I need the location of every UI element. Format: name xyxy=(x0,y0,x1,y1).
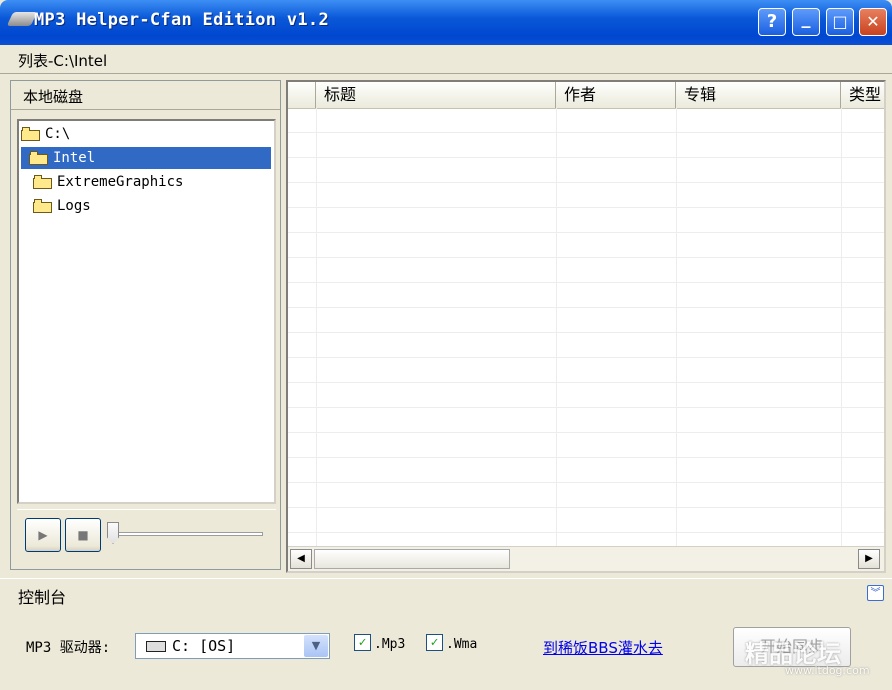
grid-column-divider xyxy=(841,108,842,548)
column-header-title[interactable]: 标题 xyxy=(316,82,556,108)
play-button[interactable]: ▶ xyxy=(25,518,61,552)
player-controls: ▶ ■ xyxy=(17,509,276,564)
drive-label: MP3 驱动器: xyxy=(26,640,111,656)
tree-node-intel[interactable]: Intel xyxy=(21,147,271,169)
volume-slider-track[interactable] xyxy=(113,532,263,536)
grid-column-divider xyxy=(676,108,677,548)
local-disk-title: 本地磁盘 xyxy=(23,88,84,106)
drive-icon xyxy=(146,641,166,652)
grid-rows xyxy=(288,108,884,548)
arrow-left-icon: ◀ xyxy=(297,553,305,564)
column-header-album[interactable]: 专辑 xyxy=(676,82,841,108)
scroll-thumb[interactable] xyxy=(314,549,510,569)
folder-icon xyxy=(33,175,53,189)
collapse-button[interactable]: ︾ xyxy=(867,585,884,601)
horizontal-scrollbar[interactable]: ◀ ▶ xyxy=(288,546,884,571)
song-list-grid[interactable]: 标题 作者 专辑 类型 ◀ ▶ xyxy=(286,80,886,573)
checkbox-wma-box[interactable]: ✓ xyxy=(426,634,443,651)
local-disk-panel: 本地磁盘 C:\ Intel ExtremeGraphics Logs ▶ ■ xyxy=(10,80,281,570)
tree-node-extremegraphics[interactable]: ExtremeGraphics xyxy=(33,171,253,193)
maximize-button[interactable]: □ xyxy=(826,8,854,36)
watermark-url: www.itdog.com xyxy=(785,664,870,677)
open-folder-icon xyxy=(29,151,49,165)
double-chevron-down-icon: ︾ xyxy=(870,588,881,599)
scroll-right-button[interactable]: ▶ xyxy=(858,549,880,569)
local-disk-header: 本地磁盘 xyxy=(11,81,280,110)
drive-select[interactable]: C: [OS] ▼ xyxy=(135,633,330,659)
console-label: 控制台 xyxy=(18,588,67,607)
mp3-checkbox[interactable]: ✓ .Mp3 xyxy=(354,634,406,655)
column-header-type[interactable]: 类型 xyxy=(841,82,884,108)
wma-checkbox[interactable]: ✓ .Wma xyxy=(426,634,478,655)
stop-button[interactable]: ■ xyxy=(65,518,101,552)
console-bar: 控制台 ︾ xyxy=(0,578,892,610)
watermark: 精品论坛 www.itdog.com xyxy=(745,634,870,677)
drive-select-value: C: [OS] xyxy=(172,637,236,655)
grid-header: 标题 作者 专辑 类型 xyxy=(288,82,884,109)
tree-node-c-drive[interactable]: C:\ xyxy=(21,123,141,145)
app-icon xyxy=(6,12,38,26)
arrow-right-icon: ▶ xyxy=(865,553,873,564)
title-bar[interactable]: MP3 Helper-Cfan Edition v1.2 ? _ □ ✕ xyxy=(0,0,892,45)
checkbox-wma-label: .Wma xyxy=(446,637,478,652)
volume-slider-thumb[interactable] xyxy=(107,522,119,544)
scroll-left-button[interactable]: ◀ xyxy=(290,549,312,569)
close-button[interactable]: ✕ xyxy=(859,8,887,36)
list-path-bar: 列表-C:\Intel xyxy=(0,45,892,74)
checkbox-mp3-label: .Mp3 xyxy=(374,637,406,652)
checkbox-mp3-box[interactable]: ✓ xyxy=(354,634,371,651)
folder-icon xyxy=(33,199,53,213)
open-folder-icon xyxy=(21,127,41,141)
list-path-label: 列表-C:\Intel xyxy=(18,52,108,70)
column-header-index[interactable] xyxy=(288,82,316,108)
grid-column-divider xyxy=(316,108,317,548)
help-button[interactable]: ? xyxy=(758,8,786,36)
chevron-down-icon[interactable]: ▼ xyxy=(304,635,328,657)
column-header-artist[interactable]: 作者 xyxy=(556,82,676,108)
bbs-link[interactable]: 到稀饭BBS灌水去 xyxy=(543,637,663,658)
minimize-button[interactable]: _ xyxy=(792,8,820,36)
play-icon: ▶ xyxy=(38,528,48,542)
tree-node-logs[interactable]: Logs xyxy=(33,195,153,217)
folder-tree[interactable]: C:\ Intel ExtremeGraphics Logs xyxy=(17,119,276,504)
stop-icon: ■ xyxy=(77,528,89,542)
grid-column-divider xyxy=(556,108,557,548)
window-title: MP3 Helper-Cfan Edition v1.2 xyxy=(34,10,329,30)
